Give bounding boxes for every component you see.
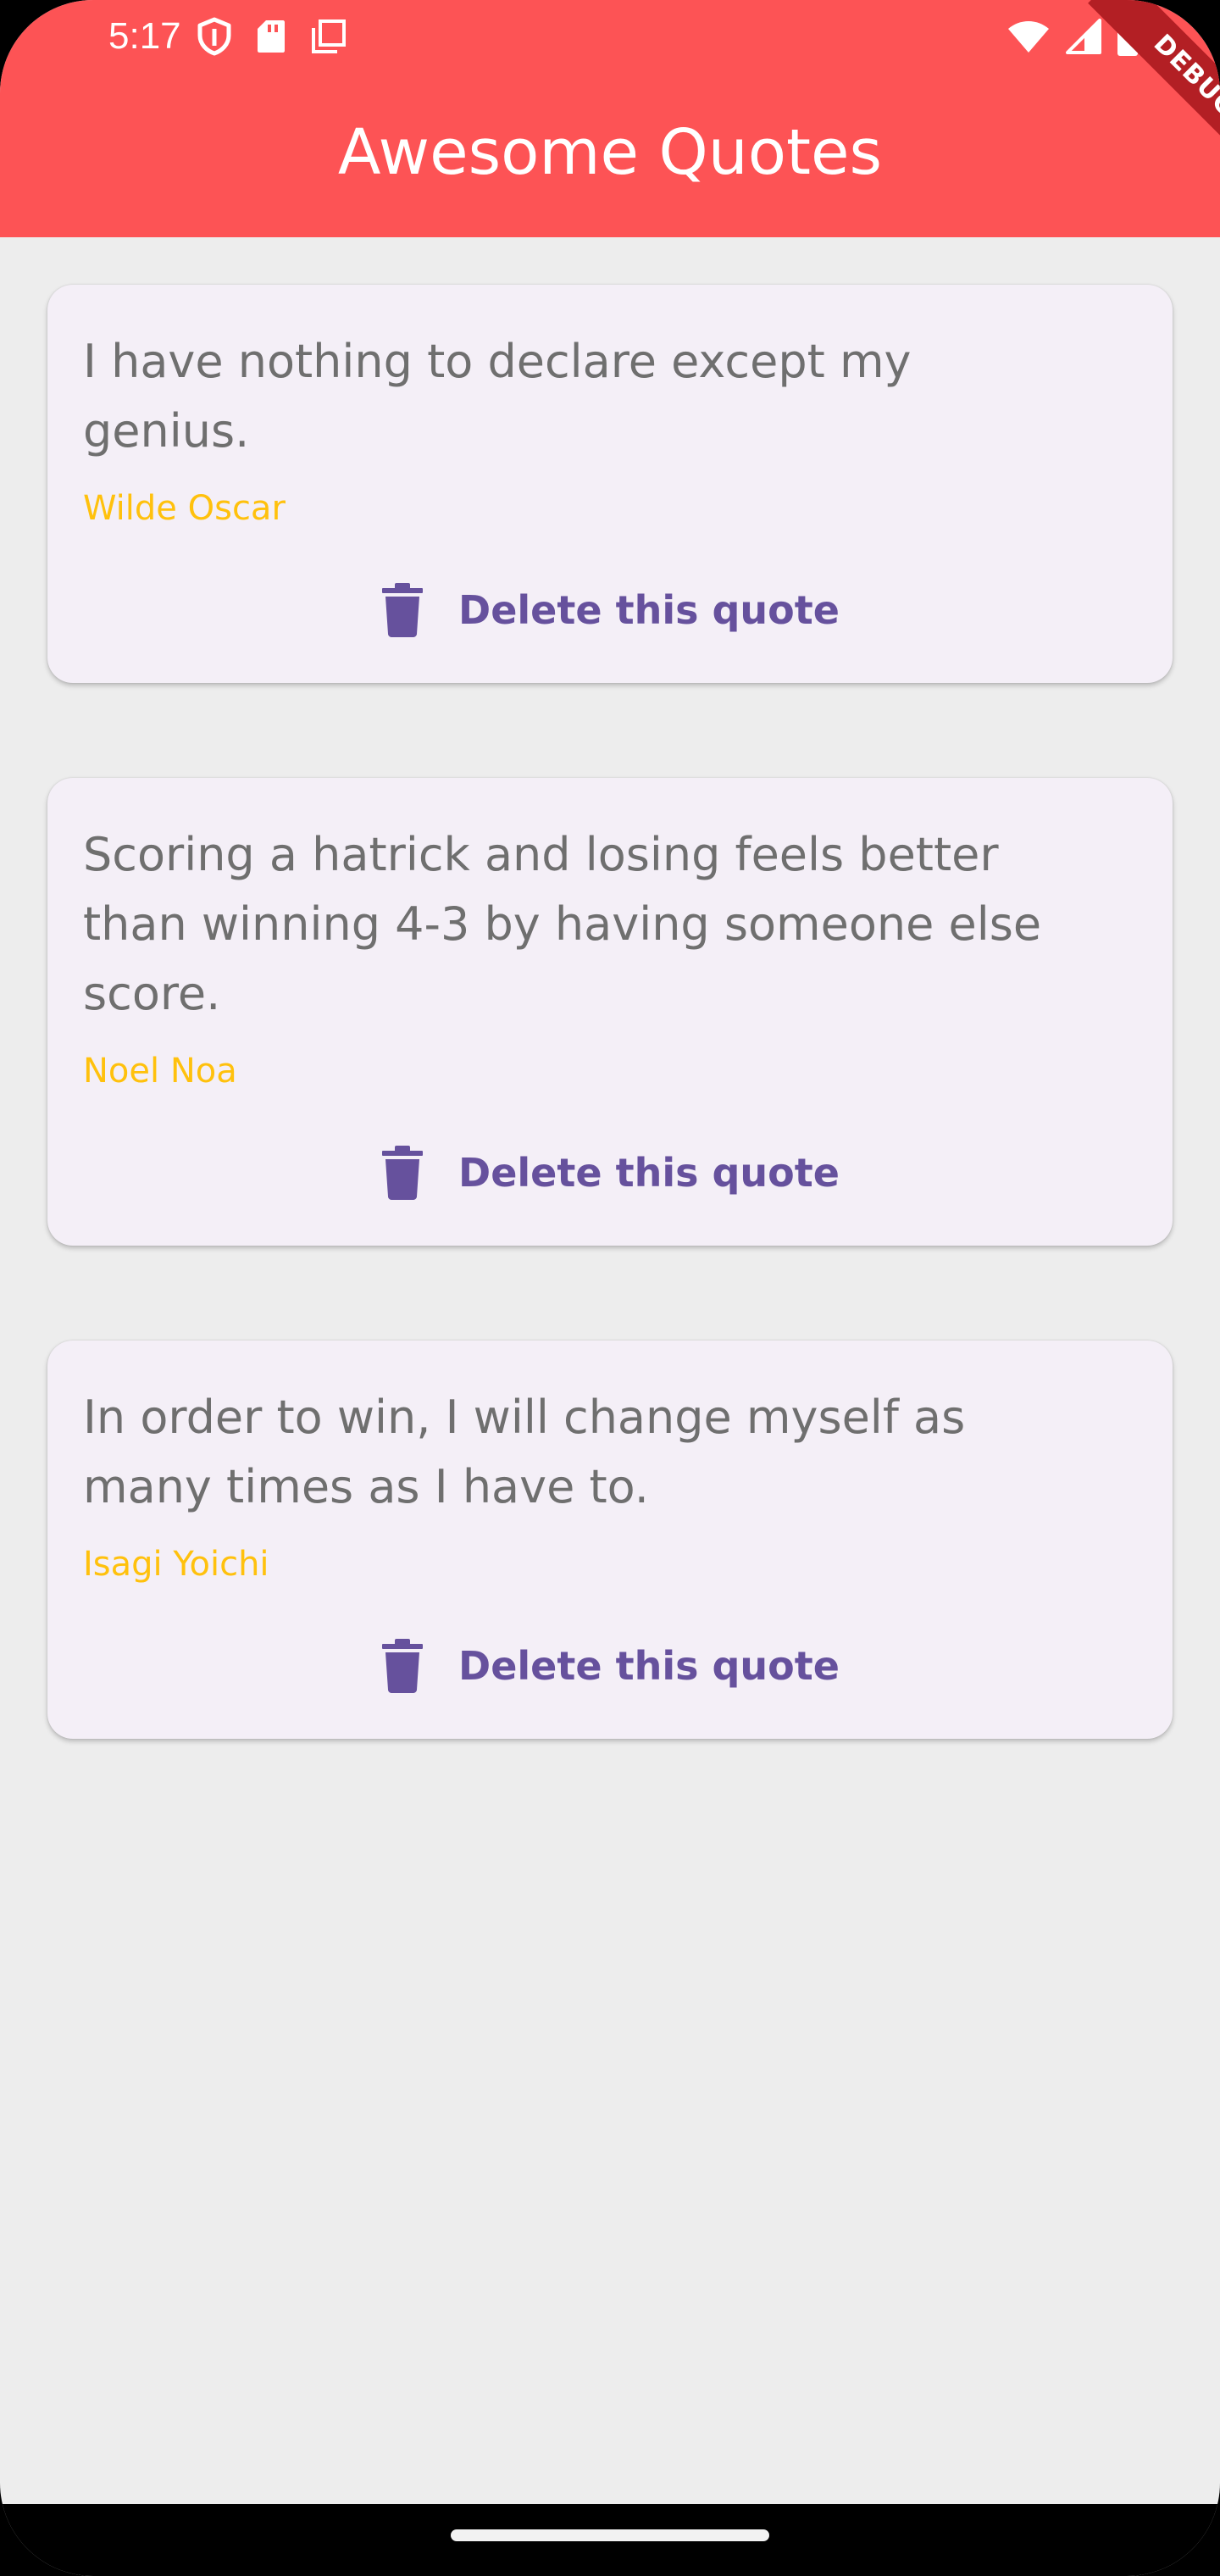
- quote-author: Noel Noa: [83, 1052, 237, 1091]
- status-left-icons: [197, 17, 347, 56]
- page-title: Awesome Quotes: [337, 116, 883, 189]
- delete-quote-button[interactable]: Delete this quote: [373, 1130, 847, 1215]
- status-right-icons: [1006, 17, 1139, 56]
- delete-button-label: Delete this quote: [458, 1150, 840, 1196]
- signal-icon: [1066, 19, 1101, 54]
- trash-icon: [382, 1146, 424, 1200]
- quote-text: I have nothing to declare except my geni…: [83, 335, 912, 458]
- app-bar: 5:17 Awesome Quotes: [0, 0, 1220, 237]
- navigation-bar: [0, 2504, 1220, 2576]
- delete-quote-button[interactable]: Delete this quote: [373, 1624, 847, 1708]
- quote-list: I have nothing to declare except my geni…: [47, 285, 1173, 1834]
- quote-card: Scoring a hatrick and losing feels bette…: [47, 778, 1173, 1246]
- delete-quote-button[interactable]: Delete this quote: [373, 568, 847, 652]
- app-screen: 5:17 Awesome Quotes DEBUG I have nothing…: [0, 0, 1220, 2576]
- trash-icon: [382, 583, 424, 637]
- trash-icon: [382, 1639, 424, 1693]
- home-indicator[interactable]: [451, 2529, 769, 2541]
- quote-card: In order to win, I will change myself as…: [47, 1341, 1173, 1739]
- quote-text: In order to win, I will change myself as…: [83, 1391, 966, 1513]
- sd-card-icon: [258, 20, 285, 53]
- delete-button-label: Delete this quote: [458, 1643, 840, 1689]
- shield-icon: [197, 17, 231, 56]
- battery-icon: [1117, 17, 1138, 56]
- quote-author: Wilde Oscar: [83, 489, 286, 528]
- wifi-icon: [1008, 21, 1049, 53]
- quote-card: I have nothing to declare except my geni…: [47, 285, 1173, 683]
- status-time: 5:17: [108, 15, 181, 57]
- status-bar: 5:17: [0, 0, 1220, 73]
- copy-icon: [312, 19, 346, 53]
- quote-text: Scoring a hatrick and losing feels bette…: [83, 828, 1042, 1020]
- quote-author: Isagi Yoichi: [83, 1545, 269, 1584]
- delete-button-label: Delete this quote: [458, 587, 840, 633]
